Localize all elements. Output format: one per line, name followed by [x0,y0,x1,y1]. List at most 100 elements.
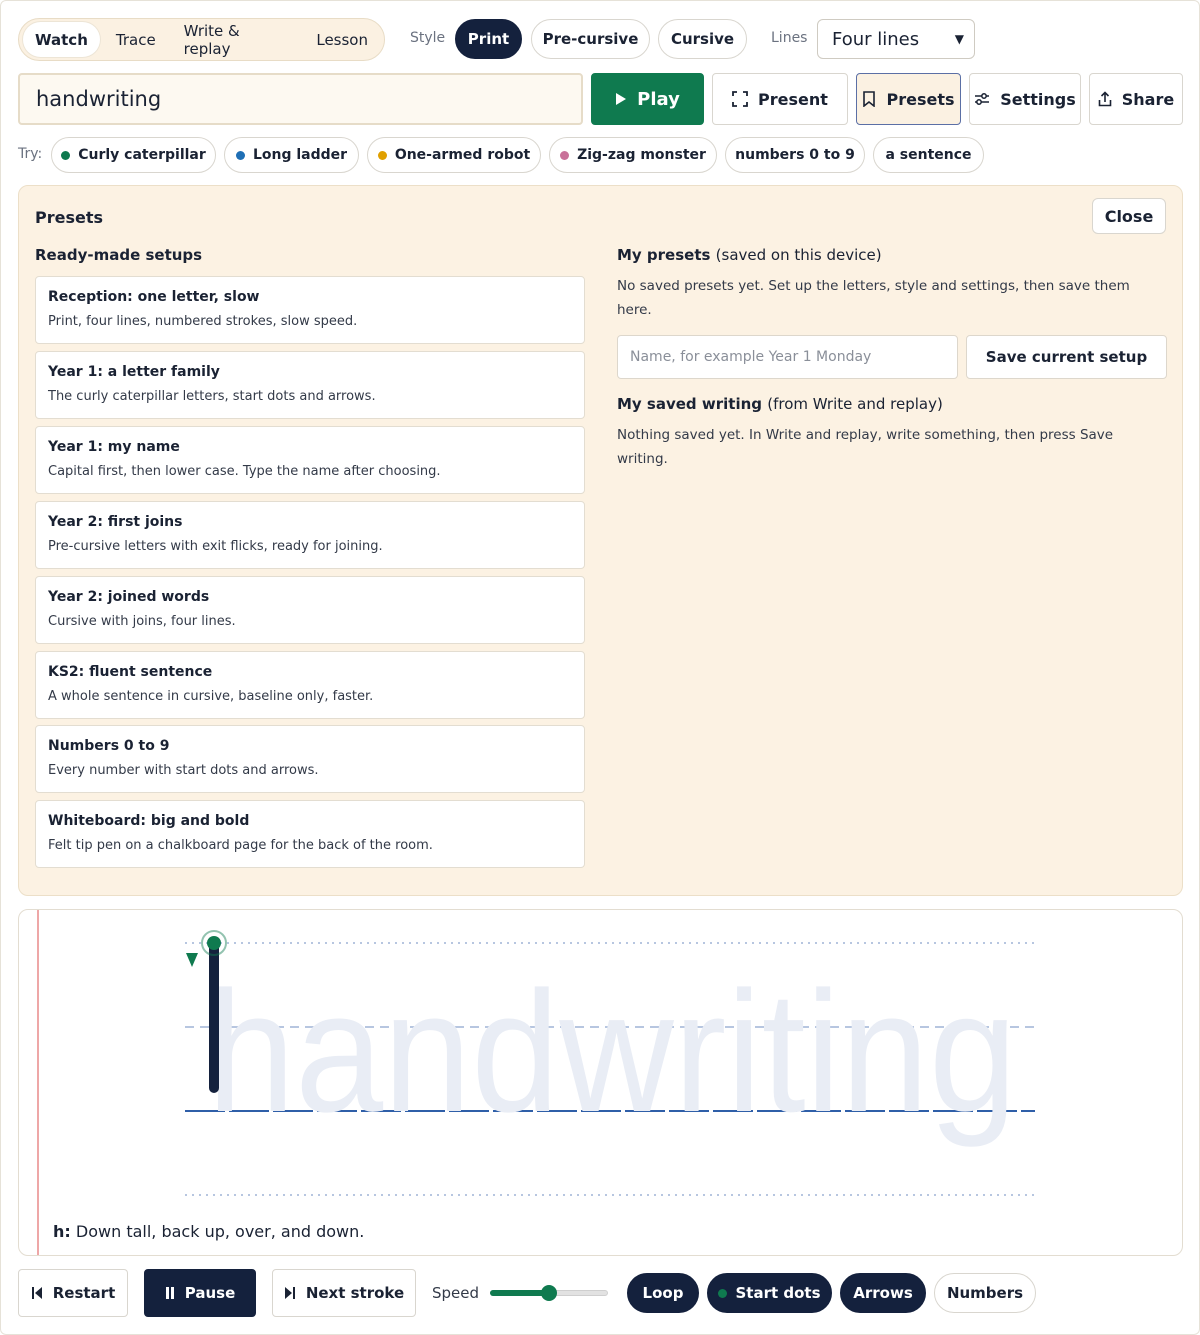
preset-title: Year 1: my name [48,439,180,455]
preset-title: KS2: fluent sentence [48,664,213,680]
pause-label: Pause [184,1284,236,1302]
green-dot-icon [61,150,71,160]
slider-thumb[interactable] [541,1285,557,1301]
try-chip-sentence[interactable]: a sentence [873,137,984,173]
panel-title: Presets [35,208,104,227]
start-dot-icon [207,936,221,950]
my-writing-note: (from Write and replay) [767,395,943,413]
hint-text: Down tall, back up, over, and down. [75,1222,365,1241]
save-current-setup-button[interactable]: Save current setup [966,335,1167,379]
chip-label: Long ladder [252,147,348,163]
arrow-down-icon [186,953,198,967]
restart-label: Restart [52,1284,116,1302]
writing-canvas[interactable]: handwriting h: Down tall, back up, over,… [18,909,1183,1256]
restart-button[interactable]: Restart [18,1269,128,1317]
preset-title: Year 1: a letter family [48,364,220,380]
preset-card[interactable]: Year 2: first joins Pre-cursive letters … [35,501,585,569]
preset-desc: Cursive with joins, four lines. [48,614,236,629]
chevron-down-icon: ▼ [954,32,964,46]
preset-title: Numbers 0 to 9 [48,738,170,754]
speed-label: Speed [432,1284,480,1302]
try-chip-long-ladder[interactable]: Long ladder [224,137,359,173]
preset-card[interactable]: Reception: one letter, slow Print, four … [35,276,585,344]
hint-letter: h: [53,1222,71,1241]
ghost-word: handwriting [207,956,1017,1148]
try-chip-zig-zag-monster[interactable]: Zig-zag monster [549,137,717,173]
letters-input[interactable]: handwriting [18,73,583,125]
style-print-button[interactable]: Print [455,19,522,59]
my-presets-heading: My presets (saved on this device) [617,246,882,264]
try-chip-numbers[interactable]: numbers 0 to 9 [725,137,865,173]
style-label: Style [410,30,446,46]
my-presets-title: My presets [617,246,711,264]
skip-forward-icon [284,1287,295,1299]
preset-card[interactable]: KS2: fluent sentence A whole sentence in… [35,651,585,719]
style-precursive-button[interactable]: Pre-cursive [531,19,650,59]
bookmark-icon [863,91,876,107]
skip-back-icon [31,1287,42,1299]
next-stroke-label: Next stroke [305,1284,405,1302]
style-cursive-button[interactable]: Cursive [658,19,747,59]
my-writing-title: My saved writing [617,395,763,413]
try-chip-one-armed-robot[interactable]: One-armed robot [367,137,541,173]
lines-select[interactable]: Four lines ▼ [817,19,975,59]
share-label: Share [1121,89,1175,109]
preset-name-input[interactable]: Name, for example Year 1 Monday [617,335,958,379]
ready-made-heading: Ready-made setups [35,246,203,264]
play-button[interactable]: Play [591,73,704,125]
preset-desc: The curly caterpillar letters, start dot… [48,389,376,404]
preset-card[interactable]: Year 2: joined words Cursive with joins,… [35,576,585,644]
mode-tabs: Watch Trace Write & replay Lesson [18,18,385,61]
fullscreen-icon [732,91,748,107]
preset-card[interactable]: Numbers 0 to 9 Every number with start d… [35,725,585,793]
chip-label: Zig-zag monster [577,147,706,163]
share-icon [1098,91,1112,107]
arrows-toggle[interactable]: Arrows [840,1273,926,1313]
my-presets-empty-text: No saved presets yet. Set up the letters… [617,278,1130,318]
preset-title: Whiteboard: big and bold [48,813,250,829]
tab-watch[interactable]: Watch [23,22,100,57]
preset-title: Year 2: first joins [48,514,183,530]
try-chip-curly-caterpillar[interactable]: Curly caterpillar [51,137,216,173]
loop-toggle[interactable]: Loop [627,1273,699,1313]
start-dots-label: Start dots [735,1284,821,1302]
next-stroke-button[interactable]: Next stroke [272,1269,416,1317]
preset-desc: Felt tip pen on a chalkboard page for th… [48,838,433,853]
settings-button[interactable]: Settings [969,73,1081,125]
presets-label: Presets [886,89,955,109]
green-dot-icon [718,1288,728,1298]
pink-dot-icon [560,150,570,160]
present-label: Present [758,89,828,109]
settings-label: Settings [1000,89,1076,109]
preset-card[interactable]: Whiteboard: big and bold Felt tip pen on… [35,800,585,868]
pause-button[interactable]: Pause [144,1269,256,1317]
play-icon [616,93,627,105]
tab-write-replay[interactable]: Write & replay [172,22,301,58]
presets-panel: Presets Close Ready-made setups Receptio… [18,185,1183,896]
present-button[interactable]: Present [712,73,848,125]
preset-desc: Print, four lines, numbered strokes, slo… [48,314,358,329]
tab-lesson[interactable]: Lesson [304,22,380,57]
sliders-icon [975,93,990,105]
preset-desc: Capital first, then lower case. Type the… [48,464,441,479]
speed-slider[interactable] [490,1283,608,1303]
pause-icon [165,1287,174,1299]
chip-label: numbers 0 to 9 [735,147,855,163]
numbers-toggle[interactable]: Numbers [934,1273,1036,1313]
tab-trace[interactable]: Trace [104,22,168,57]
chip-label: a sentence [885,147,972,163]
close-button[interactable]: Close [1092,198,1166,234]
blue-dot-icon [235,150,245,160]
preset-title: Reception: one letter, slow [48,289,260,305]
chip-label: One-armed robot [394,147,531,163]
preset-card[interactable]: Year 1: a letter family The curly caterp… [35,351,585,419]
preset-card[interactable]: Year 1: my name Capital first, then lowe… [35,426,585,494]
presets-button[interactable]: Presets [856,73,961,125]
lines-label: Lines [771,30,808,46]
try-label: Try: [18,146,43,162]
preset-desc: Pre-cursive letters with exit flicks, re… [48,539,383,554]
share-button[interactable]: Share [1089,73,1183,125]
yellow-dot-icon [377,150,387,160]
start-dots-toggle[interactable]: Start dots [707,1273,832,1313]
stroke-hint: h: Down tall, back up, over, and down. [53,1222,364,1241]
